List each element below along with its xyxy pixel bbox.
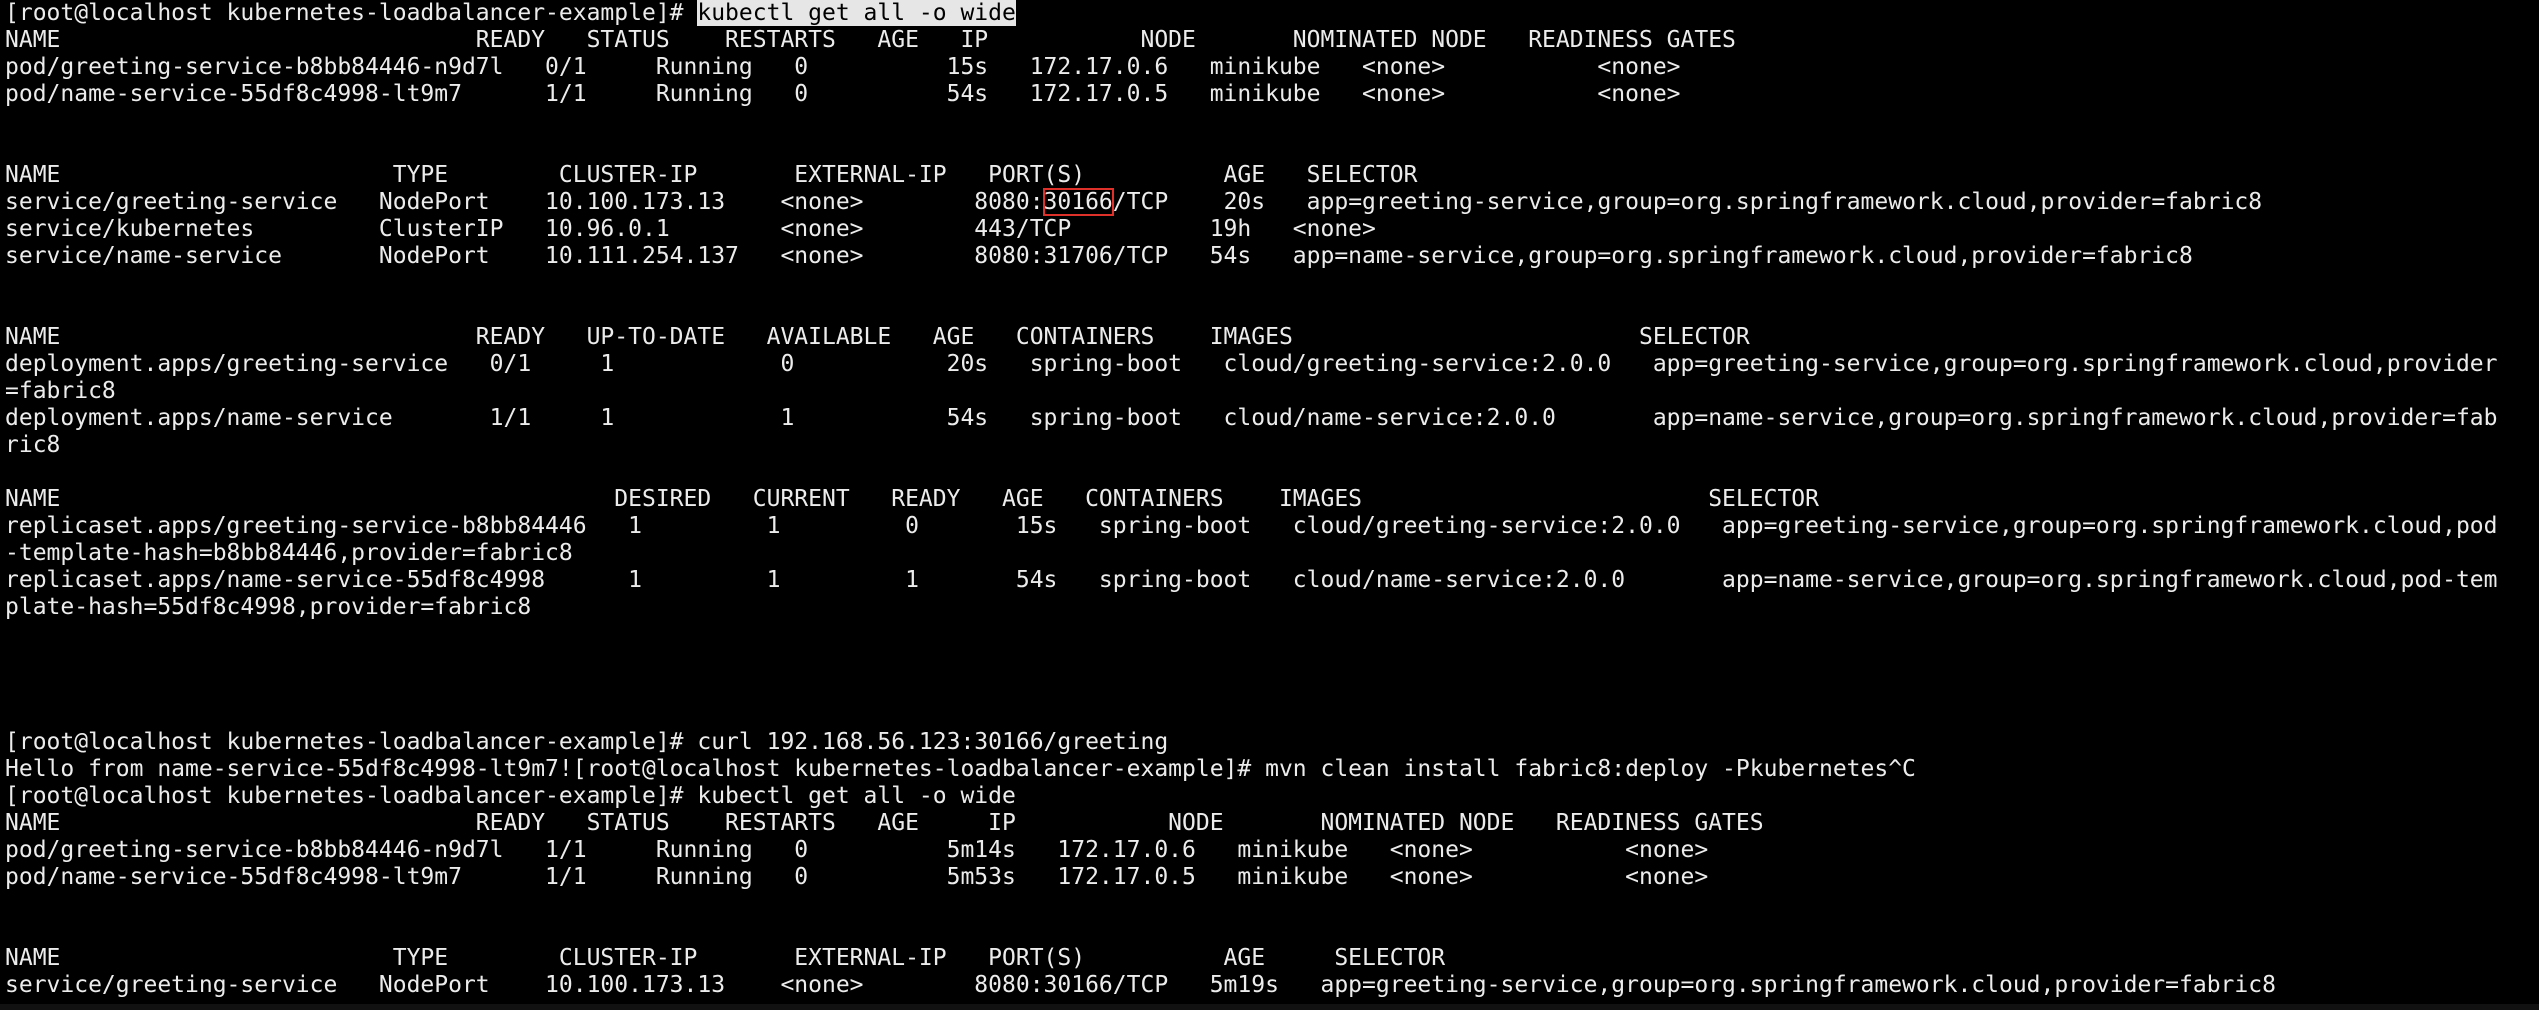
terminal-text: [root@localhost kubernetes-loadbalancer-…	[5, 729, 1169, 755]
terminal-line: service/name-service NodePort 10.111.254…	[5, 243, 2539, 270]
terminal-text: NAME READY STATUS RESTARTS AGE IP NODE N…	[5, 27, 1736, 53]
terminal-text: Hello from name-service-55df8c4998-lt9m7…	[5, 756, 1916, 782]
terminal-line: pod/greeting-service-b8bb84446-n9d7l 0/1…	[5, 54, 2539, 81]
terminal-line: NAME READY UP-TO-DATE AVAILABLE AGE CONT…	[5, 324, 2539, 351]
terminal-line: ric8	[5, 432, 2539, 459]
terminal-line: deployment.apps/greeting-service 0/1 1 0…	[5, 351, 2539, 378]
terminal-line: NAME READY STATUS RESTARTS AGE IP NODE N…	[5, 27, 2539, 54]
terminal-line: [root@localhost kubernetes-loadbalancer-…	[5, 783, 2539, 810]
terminal-text: plate-hash=55df8c4998,provider=fabric8	[5, 594, 532, 620]
terminal-text: pod/name-service-55df8c4998-lt9m7 1/1 Ru…	[5, 864, 1709, 890]
terminal-line: pod/name-service-55df8c4998-lt9m7 1/1 Ru…	[5, 864, 2539, 891]
terminal-text: service/greeting-service NodePort 10.100…	[5, 189, 1044, 215]
terminal-line: pod/name-service-55df8c4998-lt9m7 1/1 Ru…	[5, 81, 2539, 108]
terminal-text: pod/greeting-service-b8bb84446-n9d7l 1/1…	[5, 837, 1709, 863]
terminal-text: /TCP 20s app=greeting-service,group=org.…	[1112, 189, 2263, 215]
terminal-text: NAME TYPE CLUSTER-IP EXTERNAL-IP PORT(S)…	[5, 945, 1446, 971]
terminal-line: pod/greeting-service-b8bb84446-n9d7l 1/1…	[5, 837, 2539, 864]
terminal-text: -template-hash=b8bb84446,provider=fabric…	[5, 540, 573, 566]
terminal-line: replicaset.apps/greeting-service-b8bb844…	[5, 513, 2539, 540]
terminal-line: service/greeting-service NodePort 10.100…	[5, 972, 2539, 999]
terminal-window[interactable]: [root@localhost kubernetes-loadbalancer-…	[0, 0, 2539, 1010]
terminal-line: [root@localhost kubernetes-loadbalancer-…	[5, 729, 2539, 756]
terminal-line: NAME DESIRED CURRENT READY AGE CONTAINER…	[5, 486, 2539, 513]
terminal-text: [root@localhost kubernetes-loadbalancer-…	[5, 783, 1016, 809]
terminal-line: service/kubernetes ClusterIP 10.96.0.1 <…	[5, 216, 2539, 243]
terminal-text: NAME TYPE CLUSTER-IP EXTERNAL-IP PORT(S)…	[5, 162, 1418, 188]
terminal-text: replicaset.apps/name-service-55df8c4998 …	[5, 567, 2498, 593]
terminal-output: [root@localhost kubernetes-loadbalancer-…	[5, 0, 2539, 999]
terminal-text: service/name-service NodePort 10.111.254…	[5, 243, 2193, 269]
terminal-text: deployment.apps/name-service 1/1 1 1 54s…	[5, 405, 2498, 431]
terminal-text: replicaset.apps/greeting-service-b8bb844…	[5, 513, 2498, 539]
terminal-line: plate-hash=55df8c4998,provider=fabric8	[5, 594, 2539, 621]
terminal-bottom-edge	[0, 1004, 2539, 1010]
terminal-text: [root@localhost kubernetes-loadbalancer-…	[5, 0, 698, 26]
terminal-line: service/greeting-service NodePort 10.100…	[5, 188, 2539, 216]
terminal-text: service/greeting-service NodePort 10.100…	[5, 972, 2276, 998]
terminal-line: -template-hash=b8bb84446,provider=fabric…	[5, 540, 2539, 567]
terminal-line: NAME READY STATUS RESTARTS AGE IP NODE N…	[5, 810, 2539, 837]
terminal-line: Hello from name-service-55df8c4998-lt9m7…	[5, 756, 2539, 783]
terminal-text: =fabric8	[5, 378, 116, 404]
highlighted-nodeport: 30166	[1042, 188, 1114, 216]
terminal-text: service/kubernetes ClusterIP 10.96.0.1 <…	[5, 216, 1376, 242]
terminal-text: deployment.apps/greeting-service 0/1 1 0…	[5, 351, 2498, 377]
terminal-text: pod/name-service-55df8c4998-lt9m7 1/1 Ru…	[5, 81, 1681, 107]
selected-command-text: kubectl get all -o wide	[697, 0, 1016, 26]
terminal-text: pod/greeting-service-b8bb84446-n9d7l 0/1…	[5, 54, 1681, 80]
terminal-line: NAME TYPE CLUSTER-IP EXTERNAL-IP PORT(S)…	[5, 162, 2539, 189]
terminal-text: ric8	[5, 432, 61, 458]
terminal-line: [root@localhost kubernetes-loadbalancer-…	[5, 0, 2539, 27]
terminal-line: deployment.apps/name-service 1/1 1 1 54s…	[5, 405, 2539, 432]
terminal-line: NAME TYPE CLUSTER-IP EXTERNAL-IP PORT(S)…	[5, 945, 2539, 972]
terminal-line: =fabric8	[5, 378, 2539, 405]
terminal-text: NAME READY STATUS RESTARTS AGE IP NODE N…	[5, 810, 1764, 836]
terminal-line: replicaset.apps/name-service-55df8c4998 …	[5, 567, 2539, 594]
terminal-text: NAME DESIRED CURRENT READY AGE CONTAINER…	[5, 486, 1819, 512]
terminal-text: NAME READY UP-TO-DATE AVAILABLE AGE CONT…	[5, 324, 1750, 350]
